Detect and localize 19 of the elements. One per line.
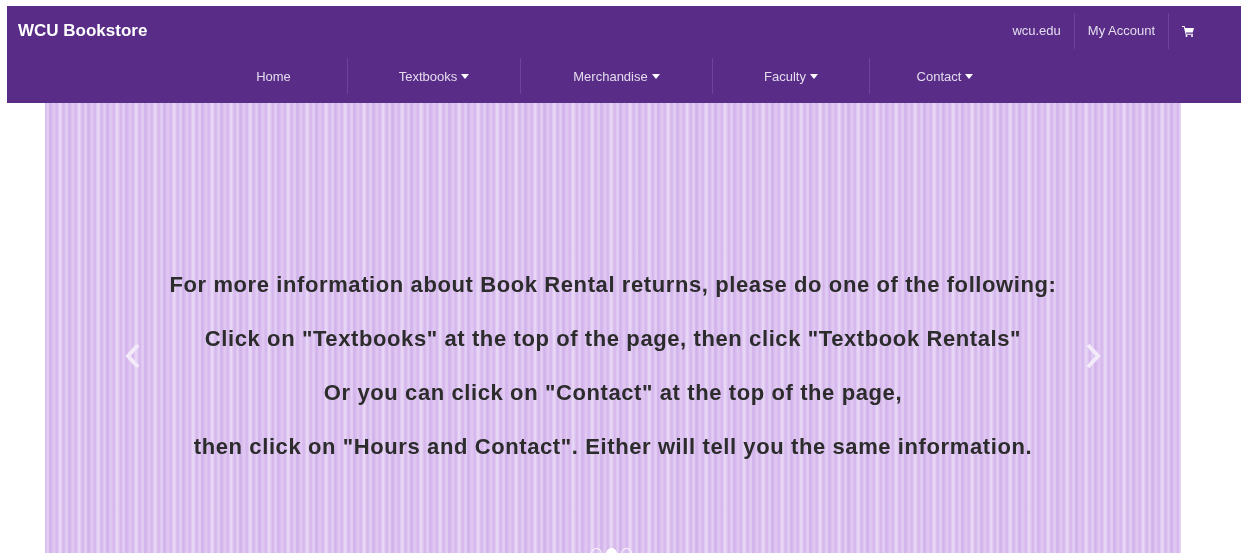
slide-text: Click on "Textbooks" at the top of the page, then click "Textbook Rentals" <box>204 325 1022 353</box>
top-link[interactable]: wcu.edu <box>999 13 1074 49</box>
nav-item[interactable]: Merchandise <box>520 58 712 94</box>
cart-icon <box>1182 25 1194 37</box>
caret-icon <box>461 73 470 79</box>
caret-icon <box>965 73 974 79</box>
nav-item[interactable]: Faculty <box>712 58 869 94</box>
nav-item[interactable]: Textbooks <box>347 58 520 94</box>
top-link[interactable]: My Account <box>1073 13 1168 49</box>
nav-item[interactable]: Contact <box>869 58 1020 94</box>
slide-text: Or you can click on "Contact" at the top of the page, <box>323 379 903 407</box>
brand-link[interactable]: WCU Bookstore <box>18 21 148 41</box>
caret-icon <box>809 73 818 79</box>
nav-item[interactable]: Home <box>200 58 347 94</box>
caret-icon <box>651 73 660 79</box>
slide-text: then click on "Hours and Contact". Either will tell you the same information. <box>193 433 1033 461</box>
next-chevron-icon[interactable] <box>1085 343 1101 369</box>
slide-text: For more information about Book Rental returns, please do one of the following: <box>169 271 1057 299</box>
previous-chevron-icon[interactable] <box>125 343 141 369</box>
